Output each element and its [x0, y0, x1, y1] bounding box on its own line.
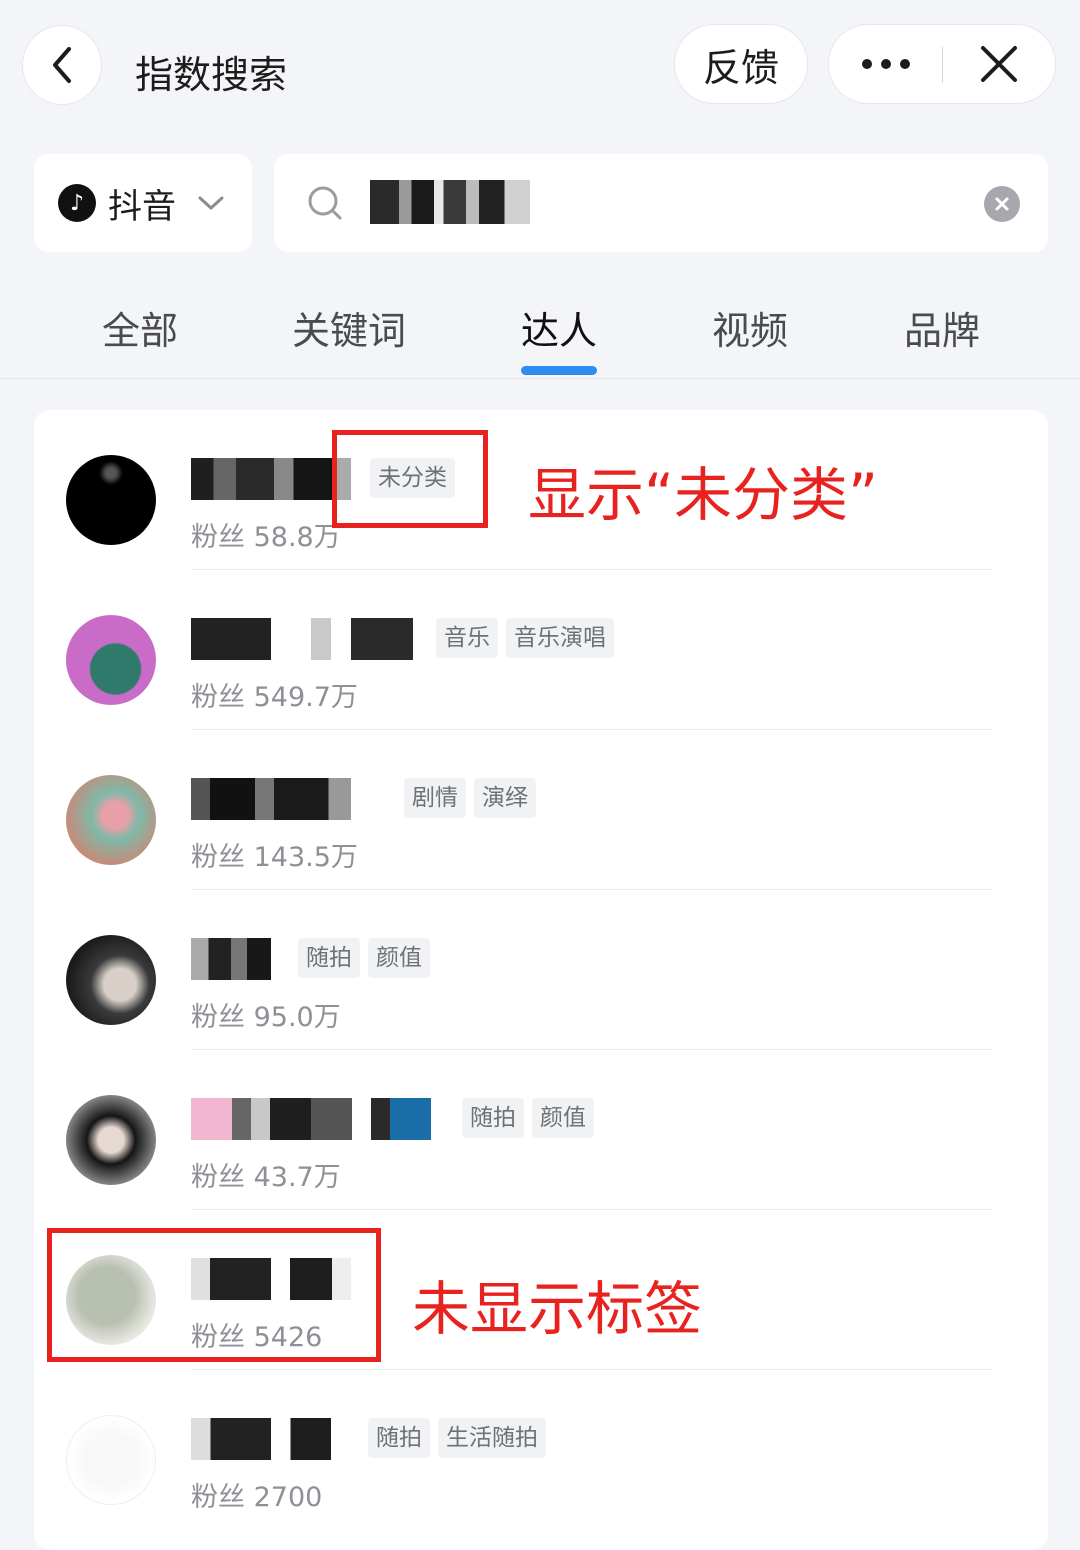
- close-button[interactable]: [943, 25, 1055, 103]
- creator-list: 未分类 粉丝 58.8万 音乐 音乐演唱 粉丝 549.7万 剧情 演绎 粉丝 …: [34, 410, 1048, 1550]
- creator-name-blurred: [191, 1418, 331, 1460]
- chevron-down-icon: [198, 196, 224, 210]
- avatar: [66, 615, 156, 705]
- tag: 演绎: [474, 778, 536, 818]
- tag-group: 随拍 颜值: [298, 938, 430, 978]
- tag: 随拍: [368, 1418, 430, 1458]
- tag: 剧情: [404, 778, 466, 818]
- annotation-text-no-tag: 未显示标签: [412, 1275, 703, 1343]
- creator-name-blurred: [191, 938, 271, 980]
- chevron-left-icon: [53, 47, 71, 83]
- list-item[interactable]: 随拍 生活随拍 粉丝 2700: [34, 1370, 1048, 1530]
- annotation-box-no-tag: [47, 1228, 381, 1362]
- tag: 随拍: [298, 938, 360, 978]
- annotation-text-uncategorized: 显示“未分类”: [528, 461, 879, 529]
- list-item[interactable]: 剧情 演绎 粉丝 143.5万: [34, 730, 1048, 890]
- back-button[interactable]: [22, 25, 102, 105]
- creator-name-blurred: [191, 618, 413, 660]
- clear-icon: [995, 197, 1009, 211]
- follower-count: 粉丝 549.7万: [191, 682, 358, 713]
- clear-search-button[interactable]: [984, 186, 1020, 222]
- platform-selector[interactable]: ♪ 抖音: [34, 154, 252, 252]
- avatar: [66, 1095, 156, 1185]
- tag: 颜值: [368, 938, 430, 978]
- avatar: [66, 455, 156, 545]
- tag: 随拍: [462, 1098, 524, 1138]
- list-item[interactable]: 随拍 颜值 粉丝 95.0万: [34, 890, 1048, 1050]
- follower-count: 粉丝 2700: [191, 1482, 323, 1513]
- tab-keywords[interactable]: 关键词: [274, 300, 424, 355]
- follower-count: 粉丝 43.7万: [191, 1162, 341, 1193]
- tag-group: 剧情 演绎: [404, 778, 536, 818]
- tag-group: 音乐 音乐演唱: [436, 618, 614, 658]
- miniapp-capsule: [828, 24, 1056, 104]
- creator-name-blurred: [191, 1098, 431, 1140]
- page-title: 指数搜索: [135, 53, 288, 97]
- more-button[interactable]: [829, 25, 942, 103]
- follower-count: 粉丝 58.8万: [191, 522, 341, 553]
- tag: 生活随拍: [438, 1418, 546, 1458]
- follower-count: 粉丝 95.0万: [191, 1002, 341, 1033]
- creator-name-blurred: [191, 458, 351, 500]
- active-tab-indicator: [521, 366, 597, 375]
- list-item[interactable]: 音乐 音乐演唱 粉丝 549.7万: [34, 570, 1048, 730]
- avatar: [66, 935, 156, 1025]
- more-dots-icon: [861, 59, 910, 69]
- douyin-logo-icon: ♪: [58, 184, 96, 222]
- category-tabs: 全部 关键词 达人 视频 品牌: [0, 290, 1080, 379]
- tab-videos[interactable]: 视频: [675, 300, 825, 355]
- creator-name-blurred: [191, 778, 351, 820]
- search-input[interactable]: [274, 154, 1048, 252]
- tag-group: 随拍 颜值: [462, 1098, 594, 1138]
- tab-all[interactable]: 全部: [65, 300, 215, 355]
- annotation-box-uncategorized: [332, 430, 488, 528]
- list-item[interactable]: 随拍 颜值 粉丝 43.7万: [34, 1050, 1048, 1210]
- close-icon: [981, 46, 1017, 82]
- tag: 音乐演唱: [506, 618, 614, 658]
- follower-count: 粉丝 143.5万: [191, 842, 358, 873]
- avatar: [66, 775, 156, 865]
- tag-group: 随拍 生活随拍: [368, 1418, 546, 1458]
- top-bar: 指数搜索 反馈: [0, 0, 1080, 130]
- avatar: [66, 1415, 156, 1505]
- platform-name: 抖音: [108, 186, 176, 227]
- tab-creators[interactable]: 达人: [484, 300, 634, 355]
- tag: 音乐: [436, 618, 498, 658]
- tab-brands[interactable]: 品牌: [867, 300, 1017, 355]
- search-query-blurred: [370, 180, 530, 224]
- tag: 颜值: [532, 1098, 594, 1138]
- feedback-button[interactable]: 反馈: [674, 24, 808, 104]
- search-icon: [308, 186, 342, 220]
